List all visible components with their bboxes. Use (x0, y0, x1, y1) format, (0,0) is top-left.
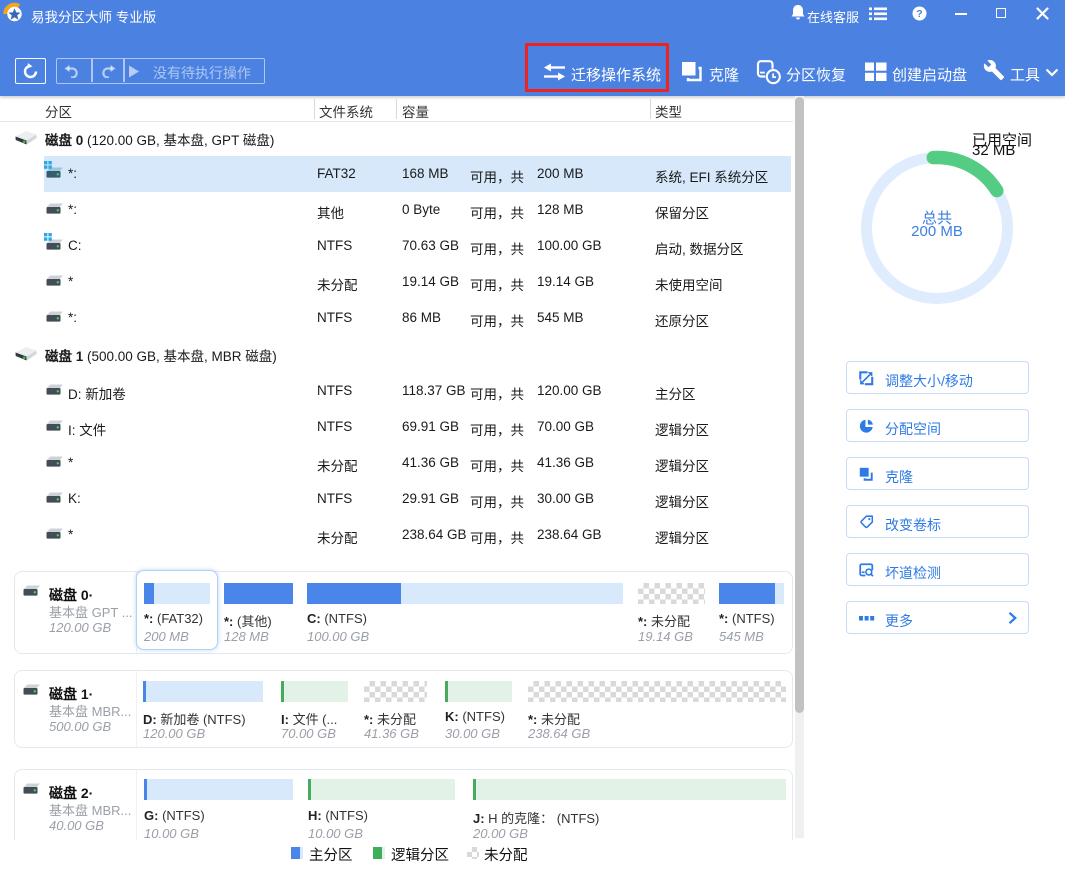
svg-text:?: ? (916, 8, 922, 20)
